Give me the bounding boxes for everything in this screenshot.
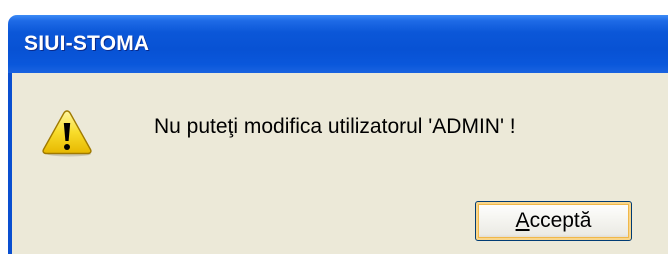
- title-bar[interactable]: SIUI-STOMA: [8, 15, 668, 73]
- dialog-body: Nu puteţi modifica utilizatorul 'ADMIN' …: [12, 73, 668, 254]
- warning-icon: [42, 110, 92, 157]
- message-dialog: SIUI-STOMA Nu puteţi modifica utilizator…: [0, 0, 668, 254]
- accept-button[interactable]: Acceptă: [475, 201, 632, 241]
- window-title: SIUI-STOMA: [24, 32, 150, 55]
- accept-button-mnemonic: A: [515, 209, 530, 232]
- dialog-message: Nu puteţi modifica utilizatorul 'ADMIN' …: [154, 115, 516, 138]
- accept-button-label: cceptă: [529, 209, 592, 232]
